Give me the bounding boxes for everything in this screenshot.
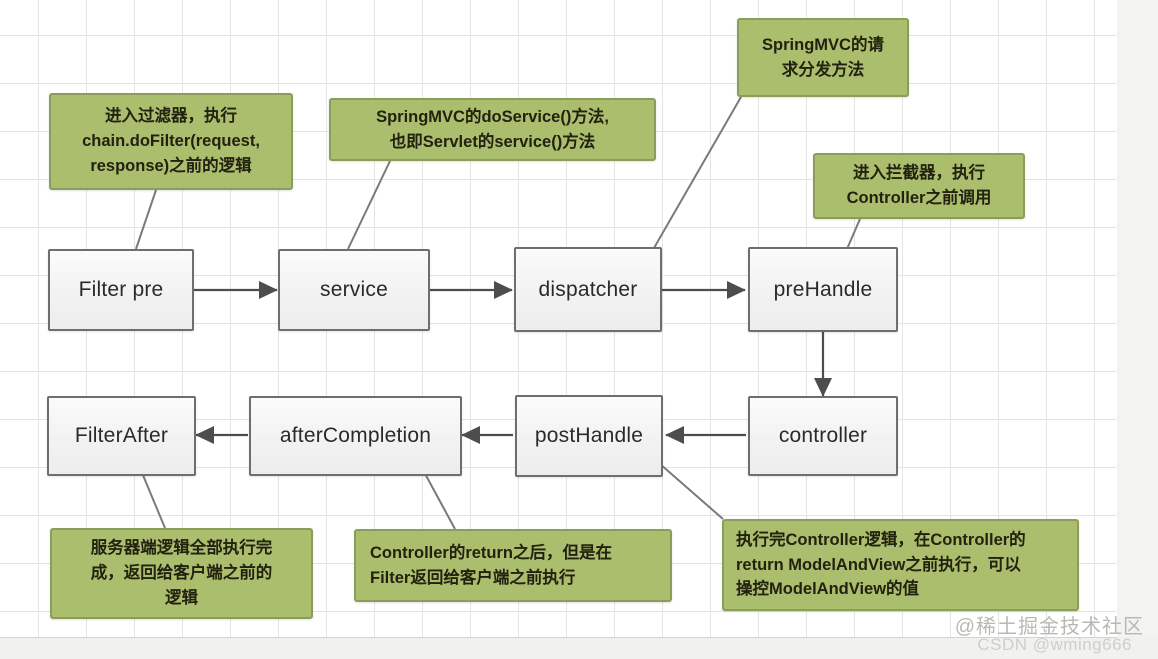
- node-filter-pre[interactable]: Filter pre: [48, 249, 194, 331]
- note-service-text: SpringMVC的doService()方法, 也即Servlet的servi…: [376, 107, 609, 151]
- note-after-completion-text: Controller的return之后，但是在 Filter返回给客户端之前执行: [370, 543, 613, 587]
- note-filter-after: 服务器端逻辑全部执行完 成，返回给客户端之前的 逻辑: [50, 528, 313, 619]
- node-post-handle-label: postHandle: [534, 424, 644, 447]
- node-pre-handle-label: preHandle: [773, 277, 873, 301]
- note-filter-pre-text: 进入过滤器，执行 chain.doFilter(request, respons…: [82, 107, 260, 175]
- node-filter-after[interactable]: FilterAfter: [47, 396, 196, 476]
- note-after-completion: Controller的return之后，但是在 Filter返回给客户端之前执行: [354, 529, 672, 602]
- note-dispatcher: SpringMVC的请 求分发方法: [737, 18, 909, 97]
- note-post-handle: 执行完Controller逻辑，在Controller的 return Mode…: [722, 519, 1079, 611]
- note-dispatcher-text: SpringMVC的请 求分发方法: [762, 35, 884, 79]
- node-filter-pre-label: Filter pre: [78, 278, 164, 301]
- node-controller-label: controller: [778, 424, 868, 447]
- note-filter-pre: 进入过滤器，执行 chain.doFilter(request, respons…: [49, 93, 293, 190]
- node-filter-after-label: FilterAfter: [74, 424, 169, 447]
- node-pre-handle[interactable]: preHandle: [748, 247, 898, 332]
- note-post-handle-text: 执行完Controller逻辑，在Controller的 return Mode…: [736, 530, 1026, 599]
- canvas-bottom-margin: [0, 637, 1158, 659]
- note-filter-after-text: 服务器端逻辑全部执行完 成，返回给客户端之前的 逻辑: [90, 539, 273, 607]
- note-pre-handle-text: 进入拦截器，执行 Controller之前调用: [846, 164, 992, 207]
- node-after-completion-label: afterCompletion: [279, 424, 432, 447]
- node-dispatcher-label: dispatcher: [538, 277, 638, 301]
- diagram-canvas: Filter pre service dispatcher preHandle …: [0, 0, 1158, 659]
- node-dispatcher[interactable]: dispatcher: [514, 247, 662, 332]
- node-service-label: service: [320, 278, 388, 301]
- canvas-bottom-rule: [0, 637, 1117, 638]
- node-service[interactable]: service: [278, 249, 430, 331]
- note-pre-handle: 进入拦截器，执行 Controller之前调用: [813, 153, 1025, 219]
- node-controller[interactable]: controller: [748, 396, 898, 476]
- node-post-handle[interactable]: postHandle: [515, 395, 663, 477]
- canvas-right-margin: [1117, 0, 1158, 659]
- note-service: SpringMVC的doService()方法, 也即Servlet的servi…: [329, 98, 656, 161]
- node-after-completion[interactable]: afterCompletion: [249, 396, 462, 476]
